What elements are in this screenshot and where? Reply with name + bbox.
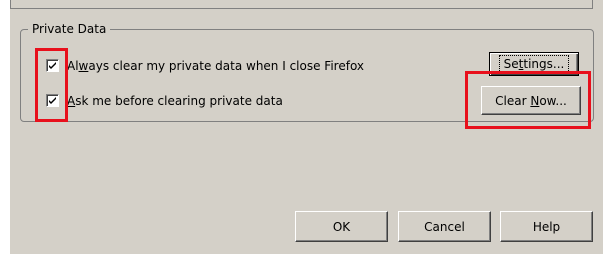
ok-button[interactable]: OK: [295, 211, 388, 242]
settings-button-label: Settings...: [498, 55, 570, 73]
clear-now-button[interactable]: Clear Now...: [481, 86, 581, 115]
upper-panel-edge: [10, 0, 593, 9]
cancel-button-label: Cancel: [424, 219, 465, 234]
checkmark-icon: [49, 62, 56, 69]
always-clear-label[interactable]: Always clear my private data when I clos…: [67, 58, 364, 74]
private-data-group-title: Private Data: [28, 21, 111, 37]
ask-before-clearing-label[interactable]: Ask me before clearing private data: [67, 93, 283, 109]
cancel-button[interactable]: Cancel: [398, 211, 491, 242]
clear-now-button-label: Clear Now...: [495, 93, 567, 108]
always-clear-checkbox[interactable]: [46, 59, 59, 72]
ok-button-label: OK: [332, 219, 351, 234]
checkmark-icon: [49, 97, 56, 104]
ask-before-clearing-checkbox[interactable]: [46, 94, 59, 107]
settings-button[interactable]: Settings...: [489, 52, 579, 76]
help-button[interactable]: Help: [500, 211, 593, 242]
help-button-label: Help: [532, 219, 561, 234]
